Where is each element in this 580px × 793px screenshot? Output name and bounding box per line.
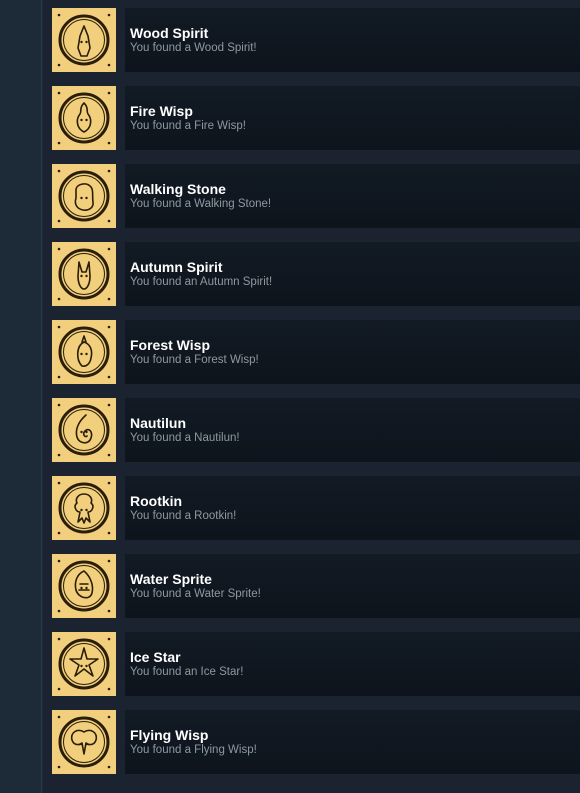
achievement-title: Wood Spirit <box>130 25 209 41</box>
achievement-description: You found an Ice Star! <box>130 666 244 678</box>
achievement-badge <box>52 86 116 150</box>
achievement-title: Flying Wisp <box>130 727 209 743</box>
achievement-row[interactable]: Wood Spirit You found a Wood Spirit! <box>52 8 580 72</box>
achievement-row[interactable]: Autumn Spirit You found an Autumn Spirit… <box>52 242 580 306</box>
achievement-row[interactable]: Nautilun You found a Nautilun! <box>52 398 580 462</box>
achievement-info: Forest Wisp You found a Forest Wisp! <box>125 320 580 384</box>
achievement-description: You found a Fire Wisp! <box>130 120 246 132</box>
achievement-info: Nautilun You found a Nautilun! <box>125 398 580 462</box>
achievement-description: You found a Flying Wisp! <box>130 744 257 756</box>
achievement-row[interactable]: Ice Star You found an Ice Star! <box>52 632 580 696</box>
achievement-description: You found an Autumn Spirit! <box>130 276 273 288</box>
achievement-info: Flying Wisp You found a Flying Wisp! <box>125 710 580 774</box>
achievements-panel: Wood Spirit You found a Wood Spirit! Fir… <box>43 0 580 793</box>
achievement-badge <box>52 710 116 774</box>
achievement-row[interactable]: Flying Wisp You found a Flying Wisp! <box>52 710 580 774</box>
achievement-info: Water Sprite You found a Water Sprite! <box>125 554 580 618</box>
achievement-description: You found a Rootkin! <box>130 510 237 522</box>
achievement-description: You found a Nautilun! <box>130 432 240 444</box>
achievement-row[interactable]: Rootkin You found a Rootkin! <box>52 476 580 540</box>
achievement-badge <box>52 320 116 384</box>
achievement-row[interactable]: Walking Stone You found a Walking Stone! <box>52 164 580 228</box>
achievement-info: Walking Stone You found a Walking Stone! <box>125 164 580 228</box>
achievement-info: Ice Star You found an Ice Star! <box>125 632 580 696</box>
left-sidebar <box>0 0 42 793</box>
achievement-row[interactable]: Fire Wisp You found a Fire Wisp! <box>52 86 580 150</box>
achievement-row[interactable]: Forest Wisp You found a Forest Wisp! <box>52 320 580 384</box>
achievement-title: Fire Wisp <box>130 103 193 119</box>
achievement-info: Rootkin You found a Rootkin! <box>125 476 580 540</box>
achievement-badge <box>52 632 116 696</box>
achievement-title: Nautilun <box>130 415 186 431</box>
achievement-badge <box>52 8 116 72</box>
achievement-description: You found a Forest Wisp! <box>130 354 259 366</box>
achievement-badge <box>52 554 116 618</box>
achievement-badge <box>52 242 116 306</box>
achievement-info: Wood Spirit You found a Wood Spirit! <box>125 8 580 72</box>
achievement-badge <box>52 398 116 462</box>
achievement-title: Water Sprite <box>130 571 212 587</box>
achievement-title: Rootkin <box>130 493 183 509</box>
achievement-description: You found a Wood Spirit! <box>130 42 257 54</box>
achievement-title: Ice Star <box>130 649 181 665</box>
achievement-badge <box>52 164 116 228</box>
achievement-title: Forest Wisp <box>130 337 210 353</box>
achievement-badge <box>52 476 116 540</box>
achievement-info: Fire Wisp You found a Fire Wisp! <box>125 86 580 150</box>
achievement-title: Walking Stone <box>130 181 226 197</box>
achievement-title: Autumn Spirit <box>130 259 223 275</box>
achievement-description: You found a Water Sprite! <box>130 588 261 600</box>
achievement-info: Autumn Spirit You found an Autumn Spirit… <box>125 242 580 306</box>
achievement-row[interactable]: Water Sprite You found a Water Sprite! <box>52 554 580 618</box>
achievement-description: You found a Walking Stone! <box>130 198 272 210</box>
